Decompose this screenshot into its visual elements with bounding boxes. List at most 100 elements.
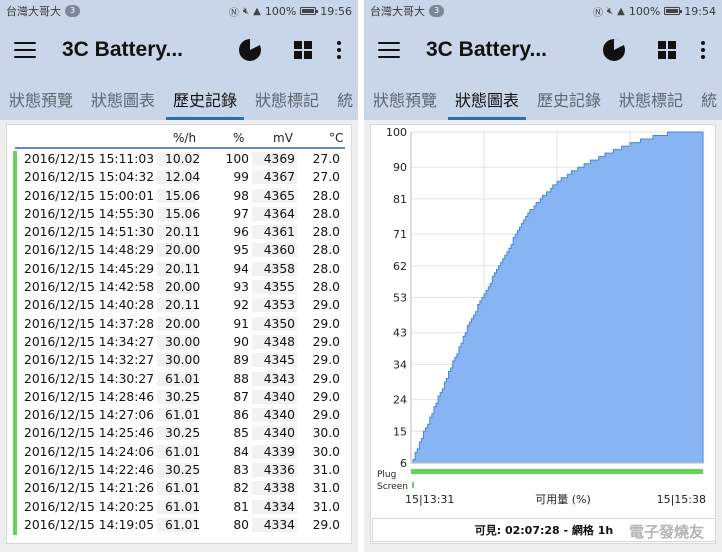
y-tick-label-6: 62 xyxy=(393,260,407,273)
cell-percent: 84 xyxy=(233,444,249,459)
table-row[interactable]: 2016/12/15 14:40:28 20.11 92 4353 29.0 xyxy=(7,297,351,316)
plug-indicator xyxy=(13,205,17,225)
tab-2[interactable]: 歷史記錄 xyxy=(528,78,610,120)
chart-card[interactable]: 6 15 24 34 43 53 62 71 81 90 100 Plug Screen 15|13:31… xyxy=(370,124,716,544)
table-row[interactable]: 2016/12/15 14:37:28 20.00 91 4350 29.0 xyxy=(7,315,351,334)
tab-4[interactable]: 統 xyxy=(692,78,722,120)
table-row[interactable]: 2016/12/15 14:25:46 30.25 85 4340 30.0 xyxy=(7,425,351,444)
cell-percent: 92 xyxy=(233,298,249,313)
cell-rate: 30.25 xyxy=(157,426,200,441)
table-row[interactable]: 2016/12/15 14:51:30 20.11 96 4361 28.0 xyxy=(7,224,351,243)
header-mv: mV xyxy=(273,131,293,145)
cell-mv: 4338 xyxy=(252,481,297,496)
table-row[interactable]: 2016/12/15 14:42:58 20.00 93 4355 28.0 xyxy=(7,279,351,298)
table-row[interactable]: 2016/12/15 14:21:26 61.01 82 4338 31.0 xyxy=(7,480,351,499)
history-list: 2016/12/15 15:11:03 10.02 100 4369 27.0 2016/… xyxy=(7,151,351,536)
y-tick-label-5: 53 xyxy=(393,292,407,305)
tab-1[interactable]: 狀態圖表 xyxy=(446,78,528,120)
tab-bar: 狀態預覽 狀態圖表 歷史記錄 狀態標記統 xyxy=(364,78,722,120)
more-options-icon[interactable] xyxy=(334,41,344,59)
grid-view-icon[interactable] xyxy=(656,41,678,59)
cell-mv: 4358 xyxy=(252,261,297,276)
plug-indicator xyxy=(13,333,17,353)
tab-0[interactable]: 狀態預覽 xyxy=(364,78,446,120)
tab-bar: 狀態預覽 狀態圖表 歷史記錄 狀態標記統 xyxy=(0,78,358,120)
plug-label: Plug xyxy=(377,470,396,480)
table-row[interactable]: 2016/12/15 15:00:01 15.06 98 4365 28.0 xyxy=(7,187,351,206)
tab-4[interactable]: 統 xyxy=(328,78,358,120)
cell-time: 2016/12/15 14:51:30 xyxy=(24,225,155,240)
app-title: 3C Battery... xyxy=(62,38,183,61)
plug-indicator xyxy=(13,242,17,261)
cell-time: 2016/12/15 15:04:32 xyxy=(24,170,155,185)
table-row[interactable]: 2016/12/15 14:28:46 30.25 87 4340 29.0 xyxy=(7,388,351,408)
cell-percent: 86 xyxy=(233,408,249,423)
table-row[interactable]: 2016/12/15 14:20:25 61.01 81 4334 31.0 xyxy=(7,498,351,517)
pie-chart-icon[interactable] xyxy=(600,37,628,63)
table-row[interactable]: 2016/12/15 14:32:27 30.00 89 4345 29.0 xyxy=(7,352,351,371)
table-row[interactable]: 2016/12/15 14:48:29 20.00 95 4360 28.0 xyxy=(7,242,351,261)
plug-indicator xyxy=(13,443,17,463)
nfc-icon: Ⓝ xyxy=(228,7,239,19)
table-row[interactable]: 2016/12/15 14:22:46 30.25 83 4336 31.0 xyxy=(7,462,351,481)
table-row[interactable]: 2016/12/15 15:11:03 10.02 100 4369 27.0 xyxy=(7,151,351,170)
plug-indicator xyxy=(13,352,17,371)
plug-indicator xyxy=(13,315,17,334)
menu-icon[interactable] xyxy=(14,42,36,58)
header-rate: %/h xyxy=(173,131,197,145)
cell-mv: 4343 xyxy=(252,371,297,386)
app-bar: 3C Battery... xyxy=(0,22,358,78)
cell-rate: 20.11 xyxy=(157,225,200,240)
cell-time: 2016/12/15 15:00:01 xyxy=(24,188,155,203)
cell-percent: 94 xyxy=(233,261,249,276)
cell-mv: 4364 xyxy=(252,206,297,221)
table-row[interactable]: 2016/12/15 14:19:05 61.01 80 4334 29.0 xyxy=(7,516,351,536)
cell-time: 2016/12/15 14:40:28 xyxy=(24,298,155,313)
y-tick-label-9: 90 xyxy=(393,161,407,174)
cell-temp: 28.0 xyxy=(312,261,340,276)
y-tick-label-10: 100 xyxy=(386,126,407,139)
cell-time: 2016/12/15 14:34:27 xyxy=(24,334,155,349)
table-row[interactable]: 2016/12/15 15:04:32 12.04 99 4367 27.0 xyxy=(7,169,351,188)
status-bar: 台灣大哥大 3 Ⓝ 🔇︎ ▲ 100% 19:56 xyxy=(0,0,358,22)
cell-time: 2016/12/15 14:20:25 xyxy=(24,499,155,514)
x-left-label: 15|13:31 xyxy=(405,493,454,506)
table-row[interactable]: 2016/12/15 14:30:27 61.01 88 4343 29.0 xyxy=(7,370,351,389)
cell-percent: 98 xyxy=(233,188,249,203)
table-row[interactable]: 2016/12/15 14:45:29 20.11 94 4358 28.0 xyxy=(7,260,351,280)
y-tick-label-0: 6 xyxy=(400,457,407,470)
cell-time: 2016/12/15 14:22:46 xyxy=(24,463,155,478)
tab-1[interactable]: 狀態圖表 xyxy=(82,78,164,120)
menu-icon[interactable] xyxy=(378,42,400,58)
cell-rate: 61.01 xyxy=(157,499,200,514)
table-row[interactable]: 2016/12/15 14:34:27 30.00 90 4348 29.0 xyxy=(7,333,351,353)
signal-icon: ▲ xyxy=(617,5,625,17)
table-row[interactable]: 2016/12/15 14:24:06 61.01 84 4339 30.0 xyxy=(7,443,351,463)
cell-percent: 82 xyxy=(233,481,249,496)
table-row[interactable]: 2016/12/15 14:55:30 15.06 97 4364 28.0 xyxy=(7,205,351,225)
more-options-icon[interactable] xyxy=(698,41,708,59)
table-row[interactable]: 2016/12/15 14:27:06 61.01 86 4340 29.0 xyxy=(7,407,351,426)
carrier-badge: 3 xyxy=(429,5,445,17)
tab-0[interactable]: 狀態預覽 xyxy=(0,78,82,120)
cell-mv: 4350 xyxy=(252,316,297,331)
cell-percent: 97 xyxy=(233,206,249,221)
battery-chart[interactable]: 6 15 24 34 43 53 62 71 81 90 100 Plug Screen15|13:31… xyxy=(371,125,715,511)
y-tick-label-7: 71 xyxy=(393,228,407,241)
battery-icon xyxy=(664,7,683,15)
cell-rate: 61.01 xyxy=(157,517,200,532)
plug-indicator xyxy=(13,462,17,481)
plug-indicator xyxy=(13,370,17,389)
tab-3[interactable]: 狀態標記 xyxy=(610,78,692,120)
header-temp: °C xyxy=(329,131,344,145)
cell-rate: 30.00 xyxy=(157,353,200,368)
grid-view-icon[interactable] xyxy=(292,41,314,59)
tab-2[interactable]: 歷史記錄 xyxy=(164,78,246,120)
y-tick-label-3: 34 xyxy=(393,358,407,371)
battery-icon xyxy=(300,7,319,15)
cell-percent: 100 xyxy=(225,152,249,166)
cell-time: 2016/12/15 14:55:30 xyxy=(24,206,155,221)
pie-chart-icon[interactable] xyxy=(236,37,264,63)
cell-rate: 20.00 xyxy=(157,280,200,295)
tab-3[interactable]: 狀態標記 xyxy=(246,78,328,120)
